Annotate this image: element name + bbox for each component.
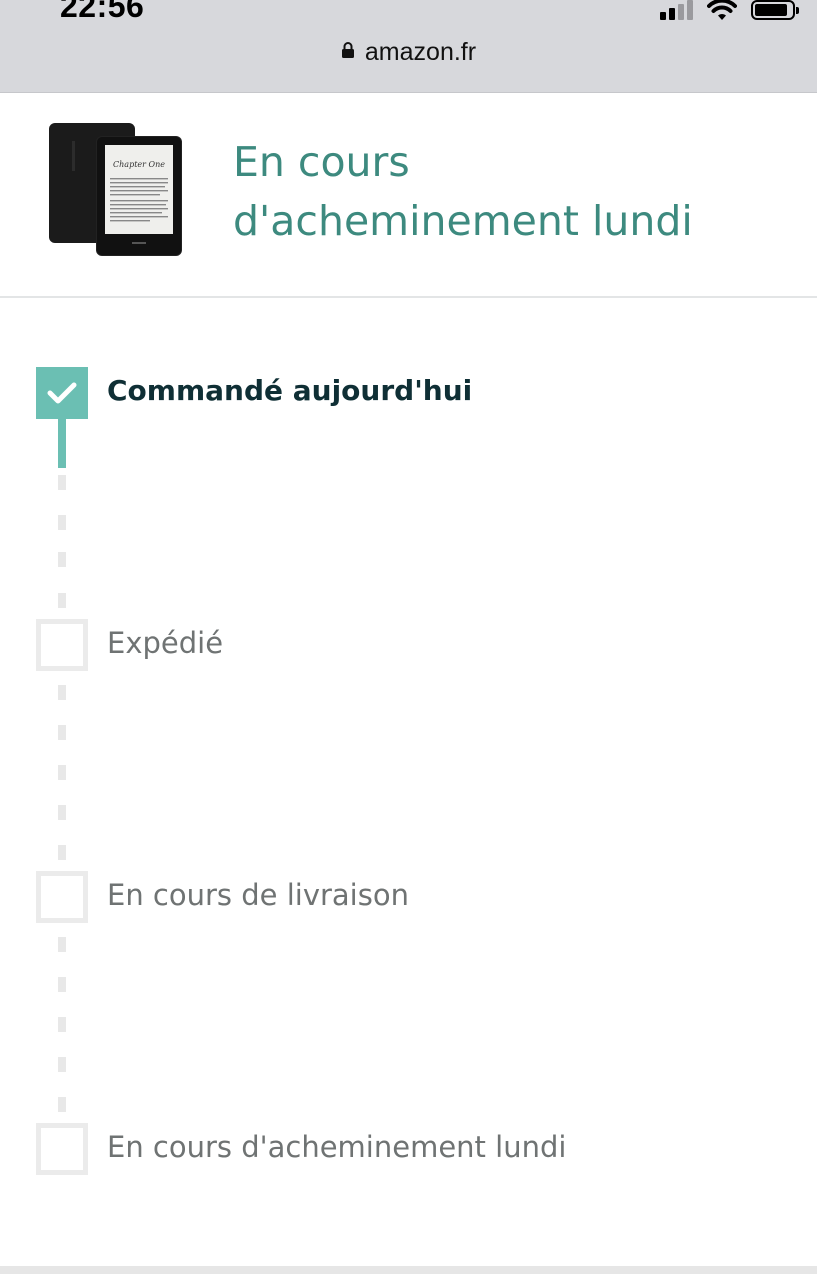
checkmark-icon xyxy=(47,382,77,404)
progress-line-dash xyxy=(58,845,66,860)
delivery-status-headline: En cours d'acheminement lundi xyxy=(233,133,793,251)
step-label: En cours d'acheminement lundi xyxy=(107,1130,567,1164)
progress-line-dash xyxy=(58,765,66,780)
headline-line-2: d'acheminement lundi xyxy=(233,197,693,245)
progress-line-dash xyxy=(58,937,66,952)
step-checkbox-empty xyxy=(36,871,88,923)
bottom-divider xyxy=(0,1266,817,1274)
progress-line-dash xyxy=(58,515,66,530)
step-checkbox-empty xyxy=(36,619,88,671)
status-icons xyxy=(660,0,799,22)
progress-line-dash xyxy=(58,1097,66,1112)
progress-line-dash xyxy=(58,725,66,740)
progress-line-dash xyxy=(58,1057,66,1072)
progress-line-dash xyxy=(58,593,66,608)
progress-line-dash xyxy=(58,552,66,567)
browser-top-bar: 22:56 amazon.fr xyxy=(0,0,817,93)
progress-line-dash xyxy=(58,805,66,820)
progress-line-dash xyxy=(58,685,66,700)
progress-line-dash xyxy=(58,475,66,490)
address-bar[interactable]: amazon.fr xyxy=(0,38,817,67)
svg-text:Chapter One: Chapter One xyxy=(113,160,165,169)
kindle-ereader-image: Chapter One xyxy=(49,123,182,256)
cellular-signal-icon xyxy=(660,0,693,20)
step-label: Commandé aujourd'hui xyxy=(107,374,473,407)
status-time: 22:56 xyxy=(60,0,145,24)
step-label: Expédié xyxy=(107,626,224,660)
lock-icon xyxy=(341,42,354,59)
step-label: En cours de livraison xyxy=(107,878,409,912)
progress-line-dash xyxy=(58,977,66,992)
step-checkbox-empty xyxy=(36,1123,88,1175)
progress-line-completed xyxy=(58,419,66,468)
progress-line-dash xyxy=(58,1017,66,1032)
headline-line-1: En cours xyxy=(233,138,410,186)
wifi-icon xyxy=(707,0,737,20)
address-url: amazon.fr xyxy=(364,38,477,66)
shipment-header: Chapter One En cours d'acheminement lund… xyxy=(0,93,817,298)
battery-icon xyxy=(751,0,799,20)
step-checkbox-checked xyxy=(36,367,88,419)
